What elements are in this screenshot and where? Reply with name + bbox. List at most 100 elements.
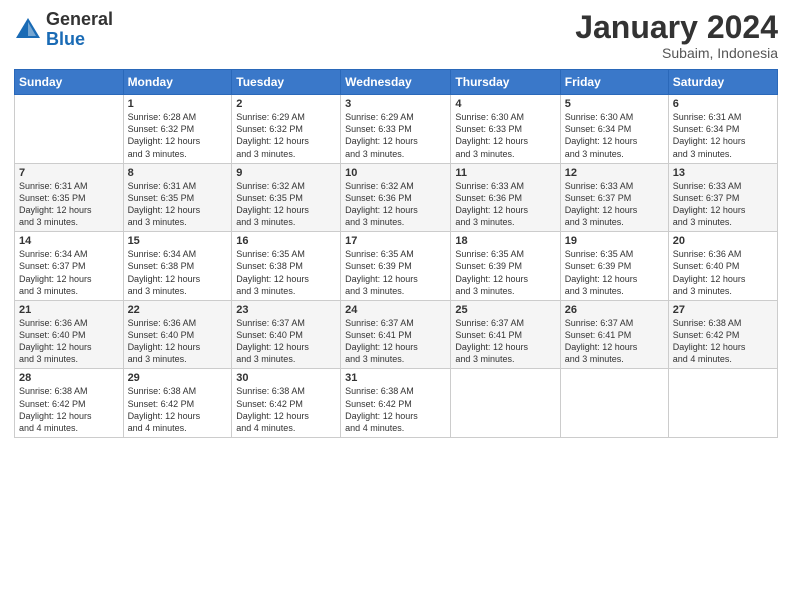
calendar-cell: 2Sunrise: 6:29 AM Sunset: 6:32 PM Daylig… [232, 95, 341, 164]
calendar-cell: 22Sunrise: 6:36 AM Sunset: 6:40 PM Dayli… [123, 300, 232, 369]
col-thursday: Thursday [451, 70, 560, 95]
calendar-week-2: 7Sunrise: 6:31 AM Sunset: 6:35 PM Daylig… [15, 163, 778, 232]
day-info: Sunrise: 6:37 AM Sunset: 6:41 PM Dayligh… [345, 317, 446, 366]
day-number: 23 [236, 304, 336, 316]
day-info: Sunrise: 6:35 AM Sunset: 6:39 PM Dayligh… [345, 248, 446, 297]
calendar-week-5: 28Sunrise: 6:38 AM Sunset: 6:42 PM Dayli… [15, 369, 778, 438]
day-number: 1 [128, 98, 228, 110]
day-number: 11 [455, 167, 555, 179]
day-number: 25 [455, 304, 555, 316]
calendar-cell: 5Sunrise: 6:30 AM Sunset: 6:34 PM Daylig… [560, 95, 668, 164]
day-info: Sunrise: 6:35 AM Sunset: 6:39 PM Dayligh… [565, 248, 664, 297]
day-info: Sunrise: 6:32 AM Sunset: 6:35 PM Dayligh… [236, 180, 336, 229]
day-info: Sunrise: 6:34 AM Sunset: 6:38 PM Dayligh… [128, 248, 228, 297]
day-number: 20 [673, 235, 773, 247]
day-number: 2 [236, 98, 336, 110]
day-info: Sunrise: 6:36 AM Sunset: 6:40 PM Dayligh… [128, 317, 228, 366]
calendar-week-4: 21 Sunrise: 6:36 AM Sunset: 6:40 PM Dayli… [15, 300, 778, 369]
day-number: 3 [345, 98, 446, 110]
calendar-cell: 23Sunrise: 6:37 AM Sunset: 6:40 PM Dayli… [232, 300, 341, 369]
calendar-cell: 27Sunrise: 6:38 AM Sunset: 6:42 PM Dayli… [668, 300, 777, 369]
calendar-cell: 26Sunrise: 6:37 AM Sunset: 6:41 PM Dayli… [560, 300, 668, 369]
col-wednesday: Wednesday [341, 70, 451, 95]
header: General Blue January 2024 Subaim, Indone… [14, 10, 778, 61]
day-number: 28 [19, 372, 119, 384]
day-info: Sunrise: 6:37 AM Sunset: 6:40 PM Dayligh… [236, 317, 336, 366]
day-info: Sunrise: 6:31 AM Sunset: 6:35 PM Dayligh… [128, 180, 228, 229]
calendar-cell: 31Sunrise: 6:38 AM Sunset: 6:42 PM Dayli… [341, 369, 451, 438]
logo: General Blue [14, 10, 113, 50]
calendar-table: Sunday Monday Tuesday Wednesday Thursday… [14, 69, 778, 438]
calendar-cell: 3Sunrise: 6:29 AM Sunset: 6:33 PM Daylig… [341, 95, 451, 164]
logo-blue: Blue [46, 30, 113, 50]
day-number: 4 [455, 98, 555, 110]
calendar-cell: 28Sunrise: 6:38 AM Sunset: 6:42 PM Dayli… [15, 369, 124, 438]
logo-text: General Blue [46, 10, 113, 50]
day-info: Sunrise: 6:35 AM Sunset: 6:39 PM Dayligh… [455, 248, 555, 297]
day-number: 6 [673, 98, 773, 110]
day-number: 13 [673, 167, 773, 179]
calendar-cell: 14Sunrise: 6:34 AM Sunset: 6:37 PM Dayli… [15, 232, 124, 301]
day-info: Sunrise: 6:33 AM Sunset: 6:36 PM Dayligh… [455, 180, 555, 229]
calendar-cell: 7Sunrise: 6:31 AM Sunset: 6:35 PM Daylig… [15, 163, 124, 232]
calendar-week-1: 1Sunrise: 6:28 AM Sunset: 6:32 PM Daylig… [15, 95, 778, 164]
calendar-cell: 1Sunrise: 6:28 AM Sunset: 6:32 PM Daylig… [123, 95, 232, 164]
day-number: 27 [673, 304, 773, 316]
calendar-cell: 25Sunrise: 6:37 AM Sunset: 6:41 PM Dayli… [451, 300, 560, 369]
calendar-cell: 18Sunrise: 6:35 AM Sunset: 6:39 PM Dayli… [451, 232, 560, 301]
day-info: Sunrise: 6:31 AM Sunset: 6:34 PM Dayligh… [673, 111, 773, 160]
day-number: 17 [345, 235, 446, 247]
calendar-cell: 13Sunrise: 6:33 AM Sunset: 6:37 PM Dayli… [668, 163, 777, 232]
day-number: 18 [455, 235, 555, 247]
col-tuesday: Tuesday [232, 70, 341, 95]
day-info: Sunrise: 6:36 AM Sunset: 6:40 PM Dayligh… [673, 248, 773, 297]
col-friday: Friday [560, 70, 668, 95]
calendar-cell: 21Sunrise: 6:36 AM Sunset: 6:40 PM Dayli… [15, 300, 124, 369]
calendar-cell: 20Sunrise: 6:36 AM Sunset: 6:40 PM Dayli… [668, 232, 777, 301]
day-number: 8 [128, 167, 228, 179]
day-info: Sunrise: 6:38 AM Sunset: 6:42 PM Dayligh… [19, 385, 119, 434]
page-container: General Blue January 2024 Subaim, Indone… [0, 0, 792, 448]
day-info: Sunrise: 6:30 AM Sunset: 6:34 PM Dayligh… [565, 111, 664, 160]
calendar-cell: 15Sunrise: 6:34 AM Sunset: 6:38 PM Dayli… [123, 232, 232, 301]
day-number: 5 [565, 98, 664, 110]
col-saturday: Saturday [668, 70, 777, 95]
day-number: 10 [345, 167, 446, 179]
calendar-cell: 4Sunrise: 6:30 AM Sunset: 6:33 PM Daylig… [451, 95, 560, 164]
calendar-cell [451, 369, 560, 438]
day-number: 21 [19, 304, 119, 316]
day-number: 29 [128, 372, 228, 384]
calendar-header: Sunday Monday Tuesday Wednesday Thursday… [15, 70, 778, 95]
calendar-cell: 30Sunrise: 6:38 AM Sunset: 6:42 PM Dayli… [232, 369, 341, 438]
day-info: Sunrise: 6:37 AM Sunset: 6:41 PM Dayligh… [565, 317, 664, 366]
calendar-cell [15, 95, 124, 164]
calendar-cell: 29Sunrise: 6:38 AM Sunset: 6:42 PM Dayli… [123, 369, 232, 438]
month-title: January 2024 [575, 10, 778, 45]
day-number: 7 [19, 167, 119, 179]
day-info: Sunrise: 6:38 AM Sunset: 6:42 PM Dayligh… [345, 385, 446, 434]
calendar-body: 1Sunrise: 6:28 AM Sunset: 6:32 PM Daylig… [15, 95, 778, 438]
location-subtitle: Subaim, Indonesia [575, 45, 778, 61]
header-row: Sunday Monday Tuesday Wednesday Thursday… [15, 70, 778, 95]
calendar-cell: 17Sunrise: 6:35 AM Sunset: 6:39 PM Dayli… [341, 232, 451, 301]
calendar-cell: 6Sunrise: 6:31 AM Sunset: 6:34 PM Daylig… [668, 95, 777, 164]
day-info: Sunrise: 6:34 AM Sunset: 6:37 PM Dayligh… [19, 248, 119, 297]
day-number: 16 [236, 235, 336, 247]
day-info: Sunrise: 6:33 AM Sunset: 6:37 PM Dayligh… [565, 180, 664, 229]
day-number: 31 [345, 372, 446, 384]
logo-general: General [46, 10, 113, 30]
day-number: 15 [128, 235, 228, 247]
calendar-cell: 16Sunrise: 6:35 AM Sunset: 6:38 PM Dayli… [232, 232, 341, 301]
day-info: Sunrise: 6:31 AM Sunset: 6:35 PM Dayligh… [19, 180, 119, 229]
day-info: Sunrise: 6:30 AM Sunset: 6:33 PM Dayligh… [455, 111, 555, 160]
day-info: Sunrise: 6:29 AM Sunset: 6:32 PM Dayligh… [236, 111, 336, 160]
calendar-cell: 8Sunrise: 6:31 AM Sunset: 6:35 PM Daylig… [123, 163, 232, 232]
title-block: January 2024 Subaim, Indonesia [575, 10, 778, 61]
calendar-cell: 19Sunrise: 6:35 AM Sunset: 6:39 PM Dayli… [560, 232, 668, 301]
day-info: Sunrise: 6:35 AM Sunset: 6:38 PM Dayligh… [236, 248, 336, 297]
calendar-cell: 9Sunrise: 6:32 AM Sunset: 6:35 PM Daylig… [232, 163, 341, 232]
calendar-cell: 12Sunrise: 6:33 AM Sunset: 6:37 PM Dayli… [560, 163, 668, 232]
calendar-cell: 10Sunrise: 6:32 AM Sunset: 6:36 PM Dayli… [341, 163, 451, 232]
day-info: Sunrise: 6:37 AM Sunset: 6:41 PM Dayligh… [455, 317, 555, 366]
day-info: Sunrise: 6:33 AM Sunset: 6:37 PM Dayligh… [673, 180, 773, 229]
